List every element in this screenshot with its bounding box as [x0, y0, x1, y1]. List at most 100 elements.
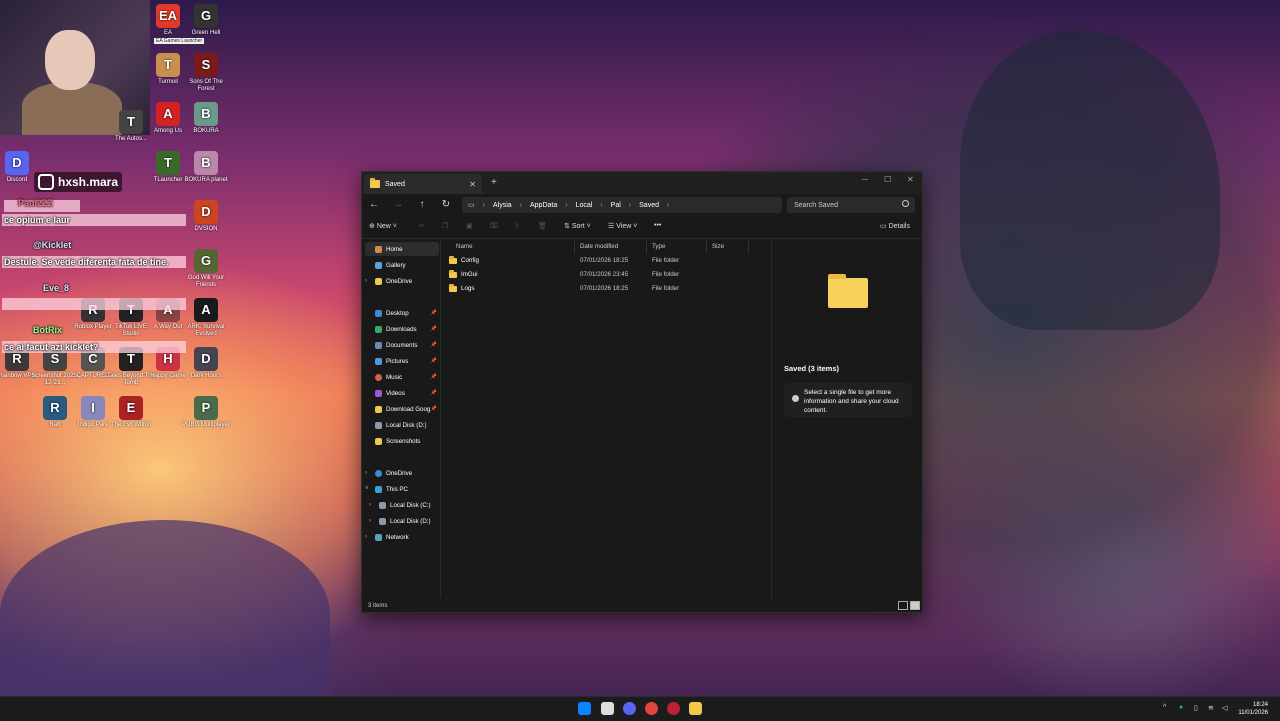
close-window-icon[interactable]: ✕: [907, 175, 914, 184]
desktop-icon-item[interactable]: B BOKURA planet: [181, 151, 231, 184]
nav-item-pictures[interactable]: Pictures 📌: [365, 354, 439, 368]
breadcrumb-item[interactable]: Local: [576, 202, 593, 209]
desktop-icon-item[interactable]: S Sons Of The Forest: [181, 53, 231, 93]
nav-item-screenshots[interactable]: Screenshots: [365, 434, 439, 448]
desktop-icon-item[interactable]: D DVSION: [181, 200, 231, 233]
copy-icon[interactable]: ❐: [442, 222, 448, 230]
pin-icon: 📌: [430, 390, 437, 396]
chat-message: Destule. Se vede diferența fata de tine.: [4, 257, 169, 267]
column-header-type[interactable]: Type: [647, 241, 707, 253]
desktop-icon-item[interactable]: E The Evil Within: [106, 396, 156, 429]
column-header-size[interactable]: Size: [707, 241, 749, 253]
nav-item-home[interactable]: Home: [365, 242, 439, 256]
desktop-icon-item[interactable]: D Dark Hours: [181, 347, 231, 380]
pc-icon: ▭: [468, 202, 475, 209]
maximize-icon[interactable]: ☐: [884, 175, 891, 184]
nav-item-downloads[interactable]: Downloads 📌: [365, 322, 439, 336]
nav-label: Pictures: [386, 357, 409, 365]
volume-icon[interactable]: ◁: [1222, 704, 1227, 712]
app-icon: G: [194, 4, 218, 28]
column-header-date[interactable]: Date modified: [575, 241, 647, 253]
nav-item-onedrive-2[interactable]: › OneDrive: [365, 466, 439, 480]
rename-icon[interactable]: ⌧: [490, 222, 498, 230]
chevron-up-icon[interactable]: ^: [1163, 704, 1166, 711]
details-info-card: Select a single file to get more informa…: [784, 383, 912, 417]
clock[interactable]: 18:24 11/01/2026: [1238, 701, 1268, 717]
chrome-icon[interactable]: [645, 702, 658, 715]
nav-item-local-disk-d[interactable]: Local Disk (D:): [365, 418, 439, 432]
forward-icon[interactable]: →: [391, 199, 405, 210]
tiles-view-icon[interactable]: [910, 601, 920, 610]
breadcrumb[interactable]: ▭ › Alysia › AppData › Local › Pal › Sav…: [462, 197, 782, 213]
nav-item-local-disk-c[interactable]: › Local Disk (C:): [369, 498, 443, 512]
details-info-text: Select a single file to get more informa…: [804, 389, 899, 414]
breadcrumb-item[interactable]: Pal: [611, 202, 621, 209]
app-icon[interactable]: [667, 702, 680, 715]
desktop-icon-item[interactable]: P PUBG Multiplayer: [181, 396, 231, 429]
more-options-icon[interactable]: •••: [654, 222, 661, 229]
nav-item-this-pc[interactable]: ˅ This PC: [365, 482, 439, 496]
desktop-icon-item[interactable]: T The Autos...: [106, 110, 156, 143]
breadcrumb-item[interactable]: Saved: [639, 202, 659, 209]
pin-icon: 📌: [430, 326, 437, 332]
desktop-icon-item[interactable]: A ARK: Survival Evolved: [181, 298, 231, 338]
nav-item-videos[interactable]: Videos 📌: [365, 386, 439, 400]
minimize-icon[interactable]: ─: [862, 175, 868, 184]
nav-item-onedrive[interactable]: › OneDrive: [365, 274, 439, 288]
sort-button[interactable]: ⇅ Sort ˅: [564, 222, 591, 230]
details-button[interactable]: ▭ Details: [880, 222, 910, 230]
share-icon[interactable]: ⇪: [514, 222, 520, 230]
details-pane: Saved (3 items) Select a single file to …: [771, 238, 922, 600]
desktop-icon-label: The Evil Within: [110, 422, 151, 428]
nav-label: Desktop: [386, 309, 409, 317]
paste-icon[interactable]: ▣: [466, 222, 473, 230]
start-icon[interactable]: [578, 702, 591, 715]
file-row[interactable]: Logs 07/01/2026 18:25 File folder: [449, 282, 769, 295]
new-button[interactable]: ⊕ New ˅: [369, 222, 397, 230]
view-button[interactable]: ☰ View ˅: [608, 222, 637, 230]
tray-app-icon[interactable]: ●: [1179, 704, 1183, 711]
command-bar: ⊕ New ˅ ✂ ❐ ▣ ⌧ ⇪ 🗑 ⇅ Sort ˅ ☰ View ˅ ••…: [362, 216, 922, 239]
nav-item-documents[interactable]: Documents 📌: [365, 338, 439, 352]
up-icon[interactable]: ↑: [415, 199, 429, 210]
delete-icon[interactable]: 🗑: [538, 222, 547, 230]
wifi-icon[interactable]: ≋: [1208, 704, 1214, 712]
address-bar-row: ← → ↑ ↻ ▭ › Alysia › AppData › Local › P…: [362, 194, 922, 216]
file-row[interactable]: ImGui 07/01/2026 23:45 File folder: [449, 268, 769, 281]
nav-item-local-disk-d-2[interactable]: › Local Disk (D:): [369, 514, 443, 528]
mic-icon[interactable]: ▯: [1194, 704, 1198, 712]
back-icon[interactable]: ←: [367, 199, 381, 210]
file-list: Name Date modified Type Size Config 07/0…: [441, 238, 771, 598]
file-row[interactable]: Config 07/01/2026 18:25 File folder: [449, 254, 769, 267]
chat-user: Paul2ZZ: [18, 198, 54, 208]
cut-icon[interactable]: ✂: [419, 222, 425, 230]
search-input[interactable]: Search Saved: [787, 197, 915, 213]
network-icon: [375, 533, 382, 541]
file-explorer-window[interactable]: Saved ✕ + ─ ☐ ✕ ← → ↑ ↻ ▭ › Alysia › App…: [361, 171, 923, 613]
details-title: Saved (3 items): [784, 364, 840, 373]
breadcrumb-item[interactable]: Alysia: [493, 202, 512, 209]
file-explorer-taskbar-icon[interactable]: [689, 702, 702, 715]
details-view-icon[interactable]: [898, 601, 908, 610]
desktop-icon-item[interactable]: G God Will Your Friends: [181, 249, 231, 289]
nav-item-download-goog[interactable]: Download Goog 📌: [365, 402, 439, 416]
nav-item-gallery[interactable]: Gallery: [365, 258, 439, 272]
desktop-icon-item[interactable]: B BOKURA: [181, 102, 231, 135]
file-date: 07/01/2026 18:25: [580, 285, 629, 292]
close-tab-icon[interactable]: ✕: [469, 180, 476, 189]
desktop-icon-label: PUBG Multiplayer: [182, 422, 230, 428]
chat-message: ce opium e laur: [4, 215, 71, 225]
nav-item-desktop[interactable]: Desktop 📌: [365, 306, 439, 320]
nav-item-music[interactable]: Music 📌: [365, 370, 439, 384]
desktop-icon-item[interactable]: G Green Hell: [181, 4, 231, 37]
nav-item-network[interactable]: › Network: [365, 530, 439, 544]
column-header-name[interactable]: Name: [451, 241, 575, 253]
new-tab-button[interactable]: +: [491, 177, 497, 188]
desktop-icon-label: ARK: Survival Evolved: [187, 324, 225, 337]
refresh-icon[interactable]: ↻: [439, 199, 453, 210]
discord-taskbar-icon[interactable]: [623, 702, 636, 715]
breadcrumb-item[interactable]: AppData: [530, 202, 557, 209]
tab-saved[interactable]: Saved ✕: [364, 174, 482, 194]
search-icon: [902, 200, 909, 207]
task-view-icon[interactable]: [601, 702, 614, 715]
